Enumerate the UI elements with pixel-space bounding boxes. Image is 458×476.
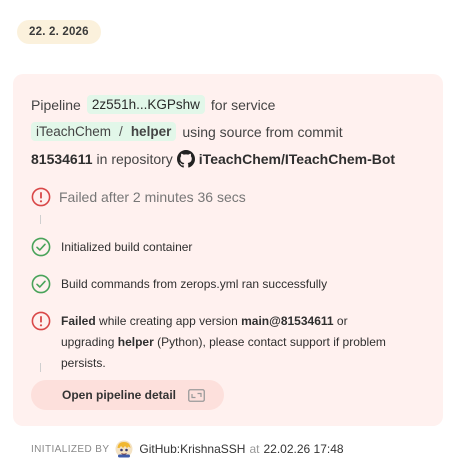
service-ref: helper xyxy=(117,335,154,349)
avatar xyxy=(115,440,133,458)
pipeline-status: Failed after 2 minutes 36 secs xyxy=(31,187,246,207)
service-line: iTeachChem / helper using source from co… xyxy=(31,122,343,141)
pipeline-line: Pipeline 2z551h...KGPshw for service xyxy=(31,95,275,114)
step-item: Initialized build container xyxy=(31,237,192,258)
open-detail-icon xyxy=(188,388,205,402)
at-text: at xyxy=(249,442,260,456)
app-version: main@81534611 xyxy=(241,314,334,328)
error-circle-icon xyxy=(31,187,51,207)
footer: INITIALIZED BY GitHub:KrishnaSSH at 22.0… xyxy=(31,440,344,458)
error-part1: while creating app version xyxy=(99,314,238,328)
repository-link[interactable]: iTeachChem/ITeachChem-Bot xyxy=(199,151,395,167)
service-name: helper xyxy=(130,124,172,139)
failed-label: Failed xyxy=(61,314,96,328)
open-pipeline-detail-button[interactable]: Open pipeline detail xyxy=(31,380,224,410)
connector-line xyxy=(40,215,41,224)
step-item-failed: Failed while creating app version main@8… xyxy=(31,311,401,374)
step-error-text: Failed while creating app version main@8… xyxy=(61,311,401,374)
project-name: iTeachChem xyxy=(36,124,112,139)
pipeline-card: Pipeline 2z551h...KGPshw for service iTe… xyxy=(13,74,443,426)
initiator-user-link[interactable]: GitHub:KrishnaSSH xyxy=(139,442,245,456)
check-circle-icon xyxy=(31,274,51,294)
github-icon xyxy=(176,150,195,168)
error-circle-icon xyxy=(31,311,51,331)
pipeline-prefix: Pipeline xyxy=(31,96,81,113)
check-circle-icon xyxy=(31,237,51,257)
connector-line xyxy=(40,363,41,372)
timestamp: 22.02.26 17:48 xyxy=(263,442,344,456)
commit-hash[interactable]: 81534611 xyxy=(31,151,93,167)
commit-line: 81534611 in repository iTeachChem/ITeach… xyxy=(31,150,395,168)
step-text: Build commands from zerops.yml ran succe… xyxy=(61,277,328,291)
source-text: using source from commit xyxy=(182,123,343,140)
for-service-text: for service xyxy=(210,96,276,113)
in-repo-text: in repository xyxy=(96,151,173,167)
pipeline-id-chip[interactable]: 2z551h...KGPshw xyxy=(86,95,205,114)
separator: / xyxy=(119,124,123,139)
initialized-by-label: INITIALIZED BY xyxy=(31,443,110,455)
open-pipeline-detail-label: Open pipeline detail xyxy=(62,388,177,402)
status-title: Failed after 2 minutes 36 secs xyxy=(59,189,246,205)
date-badge: 22. 2. 2026 xyxy=(17,20,101,44)
service-chip[interactable]: iTeachChem / helper xyxy=(31,122,177,141)
step-text: Initialized build container xyxy=(61,240,193,254)
step-item: Build commands from zerops.yml ran succe… xyxy=(31,274,327,295)
